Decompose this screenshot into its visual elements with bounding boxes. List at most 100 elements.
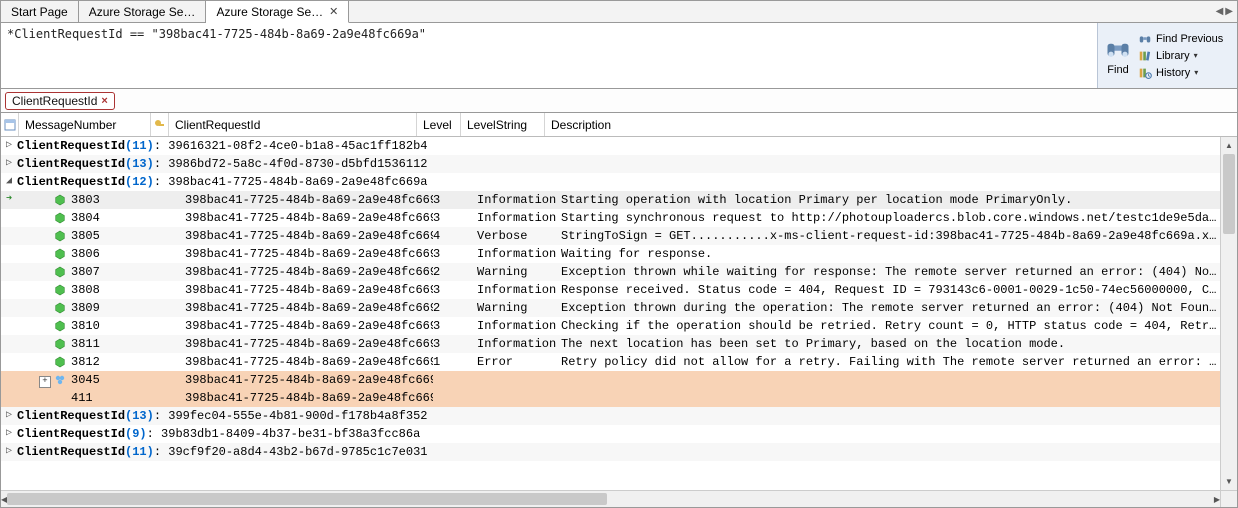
- cell-level: 1: [433, 353, 477, 371]
- scroll-track[interactable]: [1221, 154, 1237, 473]
- table-row[interactable]: 3804398bac41-7725-484b-8a69-2a9e48fc669a…: [1, 209, 1220, 227]
- group-row[interactable]: ▷ClientRequestId (9): 39b83db1-8409-4b37…: [1, 425, 1220, 443]
- column-type-icon[interactable]: [151, 113, 169, 136]
- scroll-track[interactable]: [7, 491, 1214, 507]
- close-icon[interactable]: ✕: [329, 5, 338, 18]
- group-row[interactable]: ◢ClientRequestId (12): 398bac41-7725-484…: [1, 173, 1220, 191]
- group-row[interactable]: ▷ClientRequestId (13): 3986bd72-5a8c-4f0…: [1, 155, 1220, 173]
- cell-description: Exception thrown during the operation: T…: [561, 299, 1220, 317]
- cell-description: Checking if the operation should be retr…: [561, 317, 1220, 335]
- expand-icon[interactable]: ▷: [1, 407, 17, 425]
- cell-level: 3: [433, 245, 477, 263]
- expand-icon[interactable]: ▷: [1, 137, 17, 155]
- cell-description: Waiting for response.: [561, 245, 1220, 263]
- grouping-chip[interactable]: ClientRequestId ×: [5, 92, 115, 110]
- cell-client-request-id: 398bac41-7725-484b-8a69-2a9e48fc669a: [185, 371, 433, 389]
- tab[interactable]: Azure Storage Se…: [79, 1, 207, 22]
- scroll-up-button[interactable]: ▲: [1221, 137, 1237, 154]
- binoculars-icon: [1104, 35, 1132, 63]
- find-label: Find: [1107, 64, 1128, 76]
- group-row[interactable]: ▷ClientRequestId (13): 399fec04-555e-4b8…: [1, 407, 1220, 425]
- tab-next[interactable]: ▶: [1225, 6, 1233, 17]
- expand-icon[interactable]: ▷: [1, 443, 17, 461]
- col-client-request-id[interactable]: ClientRequestId: [169, 113, 417, 136]
- group-guid: : 39b83db1-8409-4b37-be31-bf38a3fcc86a: [147, 425, 421, 443]
- col-level-string[interactable]: LevelString: [461, 113, 545, 136]
- table-row[interactable]: 411398bac41-7725-484b-8a69-2a9e48fc669a: [1, 389, 1220, 407]
- tab-label: Azure Storage Se…: [216, 5, 323, 19]
- history-icon: [1138, 66, 1152, 80]
- col-level[interactable]: Level: [417, 113, 461, 136]
- group-guid: : 3986bd72-5a8c-4f0d-8730-d5bfd1536112: [154, 155, 428, 173]
- table-row[interactable]: +3045398bac41-7725-484b-8a69-2a9e48fc669…: [1, 371, 1220, 389]
- scroll-down-button[interactable]: ▼: [1221, 473, 1237, 490]
- status-green-icon: [51, 212, 69, 224]
- horizontal-scrollbar[interactable]: ◀ ▶: [1, 490, 1220, 507]
- col-message-number[interactable]: MessageNumber: [19, 113, 151, 136]
- cell-message-number: 3806: [69, 245, 185, 263]
- table-row[interactable]: 3810398bac41-7725-484b-8a69-2a9e48fc669a…: [1, 317, 1220, 335]
- group-row[interactable]: ▷ClientRequestId (11): 39cf9f20-a8d4-43b…: [1, 443, 1220, 461]
- table-row[interactable]: ➜3803398bac41-7725-484b-8a69-2a9e48fc669…: [1, 191, 1220, 209]
- expand-plus-icon[interactable]: +: [39, 376, 51, 388]
- vertical-scrollbar[interactable]: ▲ ▼: [1220, 137, 1237, 490]
- find-button[interactable]: Find: [1104, 35, 1132, 76]
- col-description[interactable]: Description: [545, 113, 1237, 136]
- group-guid: : 398bac41-7725-484b-8a69-2a9e48fc669a: [154, 173, 428, 191]
- cell-level-string: Information: [477, 281, 561, 299]
- table-row[interactable]: 3808398bac41-7725-484b-8a69-2a9e48fc669a…: [1, 281, 1220, 299]
- cell-level-string: Warning: [477, 299, 561, 317]
- cell-client-request-id: 398bac41-7725-484b-8a69-2a9e48fc669a: [185, 281, 433, 299]
- status-green-icon: [51, 284, 69, 296]
- tab[interactable]: Azure Storage Se… ✕: [206, 1, 349, 23]
- table-row[interactable]: 3806398bac41-7725-484b-8a69-2a9e48fc669a…: [1, 245, 1220, 263]
- cell-level: 2: [433, 263, 477, 281]
- app-window: Start PageAzure Storage Se…Azure Storage…: [0, 0, 1238, 508]
- chip-remove-icon[interactable]: ×: [101, 95, 107, 107]
- group-count: (13): [125, 155, 154, 173]
- library-icon: [1138, 49, 1152, 63]
- cell-description: Starting operation with location Primary…: [561, 191, 1220, 209]
- table-row[interactable]: 3812398bac41-7725-484b-8a69-2a9e48fc669a…: [1, 353, 1220, 371]
- cell-client-request-id: 398bac41-7725-484b-8a69-2a9e48fc669a: [185, 389, 433, 407]
- group-guid: : 399fec04-555e-4b81-900d-f178b4a8f352: [154, 407, 428, 425]
- collapse-icon[interactable]: ◢: [1, 173, 17, 191]
- tab[interactable]: Start Page: [1, 1, 79, 22]
- group-label: ClientRequestId: [17, 155, 125, 173]
- cell-level: 2: [433, 299, 477, 317]
- status-green-icon: [51, 320, 69, 332]
- group-guid: : 39616321-08f2-4ce0-b1a8-45ac1ff182b4: [154, 137, 428, 155]
- table-row[interactable]: 3807398bac41-7725-484b-8a69-2a9e48fc669a…: [1, 263, 1220, 281]
- tab-label: Azure Storage Se…: [89, 5, 196, 19]
- tab-prev[interactable]: ◀: [1216, 6, 1224, 17]
- scroll-thumb[interactable]: [1223, 154, 1235, 234]
- cell-level-string: Information: [477, 191, 561, 209]
- history-dropdown[interactable]: History ▾: [1138, 66, 1223, 80]
- cell-level: 4: [433, 227, 477, 245]
- filter-text[interactable]: *ClientRequestId == "398bac41-7725-484b-…: [7, 27, 426, 41]
- filter-input-wrap[interactable]: *ClientRequestId == "398bac41-7725-484b-…: [1, 23, 1097, 88]
- row-marker: ➜: [1, 191, 17, 209]
- chip-label: ClientRequestId: [12, 94, 97, 108]
- find-previous-button[interactable]: Find Previous: [1138, 32, 1223, 46]
- library-dropdown[interactable]: Library ▾: [1138, 49, 1223, 63]
- cell-description: StringToSign = GET...........x-ms-client…: [561, 227, 1220, 245]
- table-row[interactable]: 3809398bac41-7725-484b-8a69-2a9e48fc669a…: [1, 299, 1220, 317]
- cell-description: Starting synchronous request to http://p…: [561, 209, 1220, 227]
- cell-message-number: 411: [69, 389, 185, 407]
- scroll-thumb[interactable]: [7, 493, 607, 505]
- cell-client-request-id: 398bac41-7725-484b-8a69-2a9e48fc669a: [185, 245, 433, 263]
- cell-message-number: 3811: [69, 335, 185, 353]
- expand-icon[interactable]: ▷: [1, 155, 17, 173]
- expand-icon[interactable]: ▷: [1, 425, 17, 443]
- cell-level-string: Information: [477, 245, 561, 263]
- group-count: (13): [125, 407, 154, 425]
- column-icon[interactable]: [1, 113, 19, 136]
- table-row[interactable]: 3811398bac41-7725-484b-8a69-2a9e48fc669a…: [1, 335, 1220, 353]
- key-icon: [154, 119, 166, 131]
- cell-description: The next location has been set to Primar…: [561, 335, 1220, 353]
- cell-message-number: 3804: [69, 209, 185, 227]
- message-grid: MessageNumber ClientRequestId Level Leve…: [1, 113, 1237, 507]
- table-row[interactable]: 3805398bac41-7725-484b-8a69-2a9e48fc669a…: [1, 227, 1220, 245]
- group-row[interactable]: ▷ClientRequestId (11): 39616321-08f2-4ce…: [1, 137, 1220, 155]
